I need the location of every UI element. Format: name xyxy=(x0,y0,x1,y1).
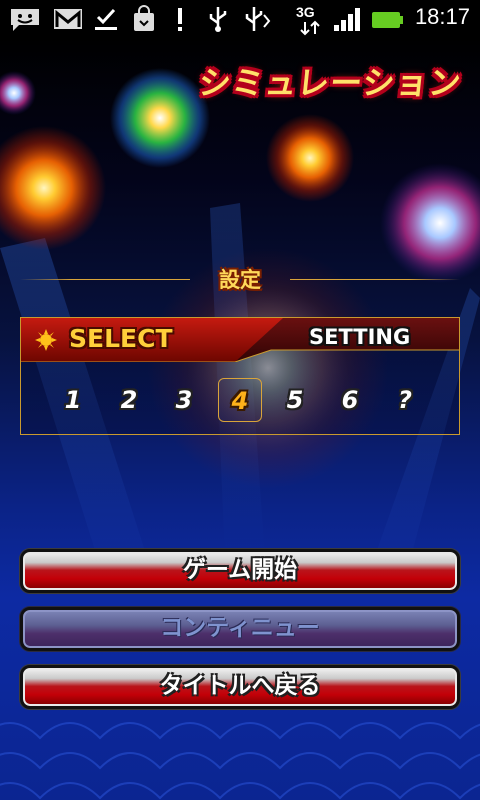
status-bar: 3G 18:17 xyxy=(0,0,480,38)
battery-icon xyxy=(372,12,403,28)
talk-icon xyxy=(11,9,39,31)
select-label: SELECT xyxy=(69,324,173,353)
setting-select-panel: SELECT SETTING 1 2 3 4 5 6 ? xyxy=(20,317,460,435)
setting-option-2[interactable]: 2 xyxy=(107,378,151,422)
network-type: 3G xyxy=(296,4,315,20)
back-to-title-button[interactable]: タイトルへ戻る xyxy=(20,665,460,709)
setting-option-4[interactable]: 4 xyxy=(218,378,262,422)
simulation-screen: シミュレーション 設定 SELECT SETTING 1 2 3 4 5 6 ?… xyxy=(0,38,480,800)
screen-title: シミュレーション xyxy=(197,64,464,102)
usb-debug-icon xyxy=(245,7,271,31)
continue-button[interactable]: コンティニュー xyxy=(20,607,460,651)
data-arrows-icon xyxy=(300,20,320,36)
setting-option-5[interactable]: 5 xyxy=(273,378,317,422)
section-header: 設定 xyxy=(0,262,480,296)
sun-burst-icon xyxy=(35,329,57,351)
status-time: 18:17 xyxy=(414,4,470,29)
section-label: 設定 xyxy=(219,268,261,292)
market-icon xyxy=(134,5,154,31)
setting-option-1[interactable]: 1 xyxy=(51,378,95,422)
warning-icon xyxy=(178,8,182,31)
start-game-button[interactable]: ゲーム開始 xyxy=(20,549,460,593)
download-complete-icon xyxy=(95,8,117,30)
gmail-icon xyxy=(54,9,82,29)
setting-option-3[interactable]: 3 xyxy=(162,378,206,422)
usb-icon xyxy=(209,7,227,32)
setting-option-random[interactable]: ? xyxy=(383,378,427,422)
setting-label: SETTING xyxy=(309,325,411,349)
setting-option-6[interactable]: 6 xyxy=(328,378,372,422)
signal-icon xyxy=(334,8,360,31)
